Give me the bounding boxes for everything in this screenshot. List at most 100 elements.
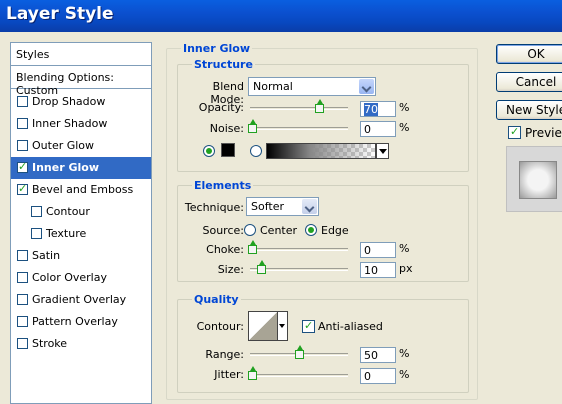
style-item-color-overlay[interactable]: Color Overlay xyxy=(11,267,151,289)
styles-header[interactable]: Styles xyxy=(11,43,151,66)
style-checkbox[interactable] xyxy=(17,118,28,129)
gradient-picker-button[interactable] xyxy=(376,143,389,159)
ok-button[interactable]: OK xyxy=(496,44,562,64)
contour-picker-button[interactable] xyxy=(278,311,288,341)
opacity-input[interactable]: 70 xyxy=(360,101,396,117)
style-item-contour[interactable]: Contour xyxy=(11,201,151,223)
noise-track[interactable] xyxy=(250,127,348,130)
style-item-label: Inner Shadow xyxy=(32,117,108,130)
source-center-radio[interactable] xyxy=(244,224,256,236)
style-item-outer-glow[interactable]: Outer Glow xyxy=(11,135,151,157)
choke-track[interactable] xyxy=(250,248,348,251)
preview-label: Preview xyxy=(525,126,562,140)
style-item-satin[interactable]: Satin xyxy=(11,245,151,267)
style-checkbox[interactable] xyxy=(17,316,28,327)
structure-title: Structure xyxy=(192,58,255,71)
jitter-input[interactable]: 0 xyxy=(360,368,396,384)
elements-title: Elements xyxy=(192,179,254,192)
technique-label: Technique: xyxy=(184,201,244,214)
style-checkbox[interactable] xyxy=(17,294,28,305)
noise-slider-thumb[interactable] xyxy=(248,119,257,133)
technique-select[interactable]: Softer xyxy=(246,197,319,216)
style-item-label: Contour xyxy=(46,205,90,218)
choke-label: Choke: xyxy=(206,243,244,256)
style-item-label: Texture xyxy=(46,227,87,240)
noise-unit: % xyxy=(399,121,410,134)
opacity-label: Opacity: xyxy=(198,101,244,114)
anti-aliased-checkbox[interactable] xyxy=(302,319,315,333)
style-item-bevel-and-emboss[interactable]: Bevel and Emboss xyxy=(11,179,151,201)
style-item-pattern-overlay[interactable]: Pattern Overlay xyxy=(11,311,151,333)
style-checkbox[interactable] xyxy=(17,338,28,349)
gradient-swatch[interactable] xyxy=(266,143,376,159)
source-edge-radio[interactable] xyxy=(305,224,317,236)
choke-input[interactable]: 0 xyxy=(360,242,396,258)
style-checkbox[interactable] xyxy=(17,140,28,151)
style-item-label: Satin xyxy=(32,249,61,262)
source-center-label: Center xyxy=(260,224,298,237)
noise-label: Noise: xyxy=(209,122,244,135)
style-item-label: Color Overlay xyxy=(32,271,107,284)
size-value: 10 xyxy=(364,264,378,277)
style-item-drop-shadow[interactable]: Drop Shadow xyxy=(11,91,151,113)
style-item-label: Pattern Overlay xyxy=(32,315,118,328)
style-item-label: Bevel and Emboss xyxy=(32,183,134,196)
contour-preview[interactable] xyxy=(248,311,278,341)
blend-mode-select[interactable]: Normal xyxy=(248,77,376,96)
range-unit: % xyxy=(399,347,410,360)
style-item-inner-shadow[interactable]: Inner Shadow xyxy=(11,113,151,135)
noise-input[interactable]: 0 xyxy=(360,121,396,137)
cancel-button[interactable]: Cancel xyxy=(496,72,562,92)
size-input[interactable]: 10 xyxy=(360,262,396,278)
range-slider-thumb[interactable] xyxy=(295,345,304,359)
style-item-label: Gradient Overlay xyxy=(32,293,127,306)
preview-checkbox[interactable] xyxy=(508,125,521,139)
chevron-down-icon[interactable] xyxy=(302,199,317,214)
blending-options[interactable]: Blending Options: Custom xyxy=(11,66,151,97)
source-label: Source: xyxy=(202,224,245,237)
range-value: 50 xyxy=(364,349,378,362)
size-label: Size: xyxy=(217,263,244,276)
source-edge-label: Edge xyxy=(321,224,349,237)
jitter-label: Jitter: xyxy=(214,368,244,381)
opacity-slider-thumb[interactable] xyxy=(315,99,324,113)
solid-color-radio[interactable] xyxy=(203,145,215,157)
triangle-down-icon xyxy=(379,149,387,154)
quality-title: Quality xyxy=(192,293,241,306)
jitter-value: 0 xyxy=(364,370,371,383)
opacity-track[interactable] xyxy=(250,107,348,110)
window-title: Layer Style xyxy=(6,4,114,24)
choke-slider-thumb[interactable] xyxy=(248,240,257,254)
style-item-stroke[interactable]: Stroke xyxy=(11,333,151,355)
range-label: Range: xyxy=(205,348,244,361)
anti-aliased-label: Anti-aliased xyxy=(318,320,383,333)
inner-glow-title: Inner Glow xyxy=(181,42,252,55)
jitter-track[interactable] xyxy=(250,374,348,377)
chevron-down-icon[interactable] xyxy=(359,79,374,94)
style-item-texture[interactable]: Texture xyxy=(11,223,151,245)
style-checkbox[interactable] xyxy=(31,228,42,239)
glow-color-swatch[interactable] xyxy=(221,143,235,157)
gradient-radio[interactable] xyxy=(250,145,262,157)
new-style-button[interactable]: New Style xyxy=(496,100,562,120)
style-checkbox[interactable] xyxy=(17,96,28,107)
style-item-inner-glow[interactable]: Inner Glow xyxy=(11,157,151,179)
style-checkbox[interactable] xyxy=(17,182,28,195)
preview-swatch xyxy=(519,161,557,199)
title-bar[interactable]: Layer Style xyxy=(0,0,562,32)
choke-value: 0 xyxy=(364,244,371,257)
style-checkbox[interactable] xyxy=(31,206,42,217)
styles-header-label: Styles xyxy=(16,48,50,61)
style-checkbox[interactable] xyxy=(17,250,28,261)
opacity-value: 70 xyxy=(364,103,378,116)
style-checkbox[interactable] xyxy=(17,272,28,283)
blend-mode-value: Normal xyxy=(253,80,293,93)
style-item-gradient-overlay[interactable]: Gradient Overlay xyxy=(11,289,151,311)
range-input[interactable]: 50 xyxy=(360,347,396,363)
size-slider-thumb[interactable] xyxy=(257,260,266,274)
noise-value: 0 xyxy=(364,123,371,136)
preview-thumbnail xyxy=(506,146,562,212)
style-checkbox[interactable] xyxy=(17,160,28,173)
contour-label: Contour: xyxy=(196,320,244,333)
jitter-slider-thumb[interactable] xyxy=(248,366,257,380)
